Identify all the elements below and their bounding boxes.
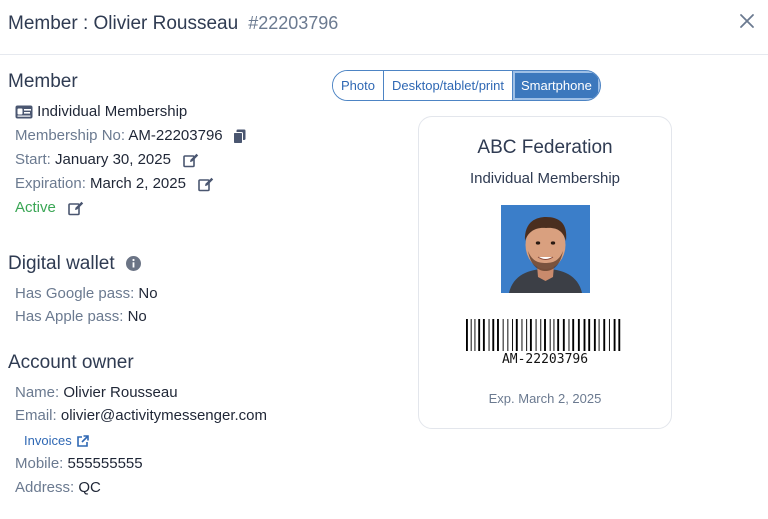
edit-start-icon[interactable] [183, 153, 199, 168]
status-value: Active [15, 199, 56, 216]
barcode [466, 319, 621, 351]
apple-pass-value: No [127, 308, 147, 325]
expiration-label: Expiration: [15, 175, 86, 192]
member-id: #22203796 [248, 13, 339, 33]
owner-address-value: QC [78, 479, 101, 496]
external-link-icon[interactable] [76, 434, 89, 448]
owner-section-title: Account owner [8, 352, 134, 373]
membership-no-label: Membership No: [15, 127, 126, 144]
apple-pass-label: Has Apple pass: [15, 308, 124, 325]
expiration-row: Expiration: March 2, 2025 [15, 175, 214, 192]
membership-type-row: Individual Membership [15, 103, 187, 120]
membership-type: Individual Membership [37, 103, 188, 120]
edit-status-icon[interactable] [68, 201, 84, 216]
owner-address-row: Address: QC [15, 479, 101, 496]
expiration-value: March 2, 2025 [90, 175, 186, 192]
id-card-icon [15, 105, 33, 119]
owner-email-value: olivier@activitymessenger.com [60, 407, 267, 424]
close-icon [740, 14, 754, 28]
start-row: Start: January 30, 2025 [15, 151, 199, 168]
start-value: January 30, 2025 [55, 151, 171, 168]
owner-name-row: Name: Olivier Rousseau [15, 384, 178, 401]
google-pass-row: Has Google pass: No [15, 285, 158, 302]
owner-email-row: Email: olivier@activitymessenger.com [15, 407, 267, 424]
copy-icon[interactable] [232, 129, 246, 144]
status-row: Active [15, 199, 84, 216]
member-photo [501, 205, 590, 293]
owner-mobile-value: 555555555 [67, 455, 143, 472]
toggle-photo[interactable]: Photo [333, 71, 384, 100]
close-button[interactable] [736, 10, 758, 32]
card-barcode-number: AM-22203796 [501, 352, 589, 367]
card-expiry: Exp. March 2, 2025 [488, 391, 602, 406]
invoices-link[interactable]: Invoices [24, 433, 72, 448]
membership-no-row: Membership No: AM-22203796 [15, 127, 246, 144]
view-toggle: Photo Desktop/tablet/print Smartphone [332, 70, 601, 101]
card-organization: ABC Federation [477, 137, 613, 158]
owner-mobile-row: Mobile: 555555555 [15, 455, 143, 472]
owner-mobile-label: Mobile: [15, 455, 64, 472]
toggle-desktop-tablet-print[interactable]: Desktop/tablet/print [383, 71, 513, 100]
apple-pass-row: Has Apple pass: No [15, 308, 147, 325]
membership-card-preview: ABC Federation Individual Membership AM-… [418, 116, 672, 429]
member-title: Member : Olivier Rousseau [8, 13, 239, 34]
owner-name-label: Name: [15, 384, 60, 401]
membership-no-value: AM-22203796 [128, 127, 223, 144]
google-pass-value: No [138, 285, 158, 302]
owner-email-label: Email: [15, 407, 57, 424]
toggle-smartphone[interactable]: Smartphone [513, 71, 600, 100]
member-section-title: Member [8, 71, 78, 92]
owner-name-value: Olivier Rousseau [63, 384, 178, 401]
owner-address-label: Address: [15, 479, 75, 496]
wallet-section-title: Digital wallet [8, 253, 141, 275]
modal-header: Member : Olivier Rousseau #22203796 [0, 0, 768, 55]
edit-expiration-icon[interactable] [198, 177, 214, 192]
wallet-title-text: Digital wallet [8, 253, 115, 274]
info-icon[interactable] [125, 256, 141, 272]
invoices-row: Invoices [24, 432, 89, 449]
google-pass-label: Has Google pass: [15, 285, 135, 302]
card-membership-type: Individual Membership [469, 170, 621, 187]
modal-title: Member : Olivier Rousseau #22203796 [8, 13, 338, 35]
start-label: Start: [15, 151, 51, 168]
